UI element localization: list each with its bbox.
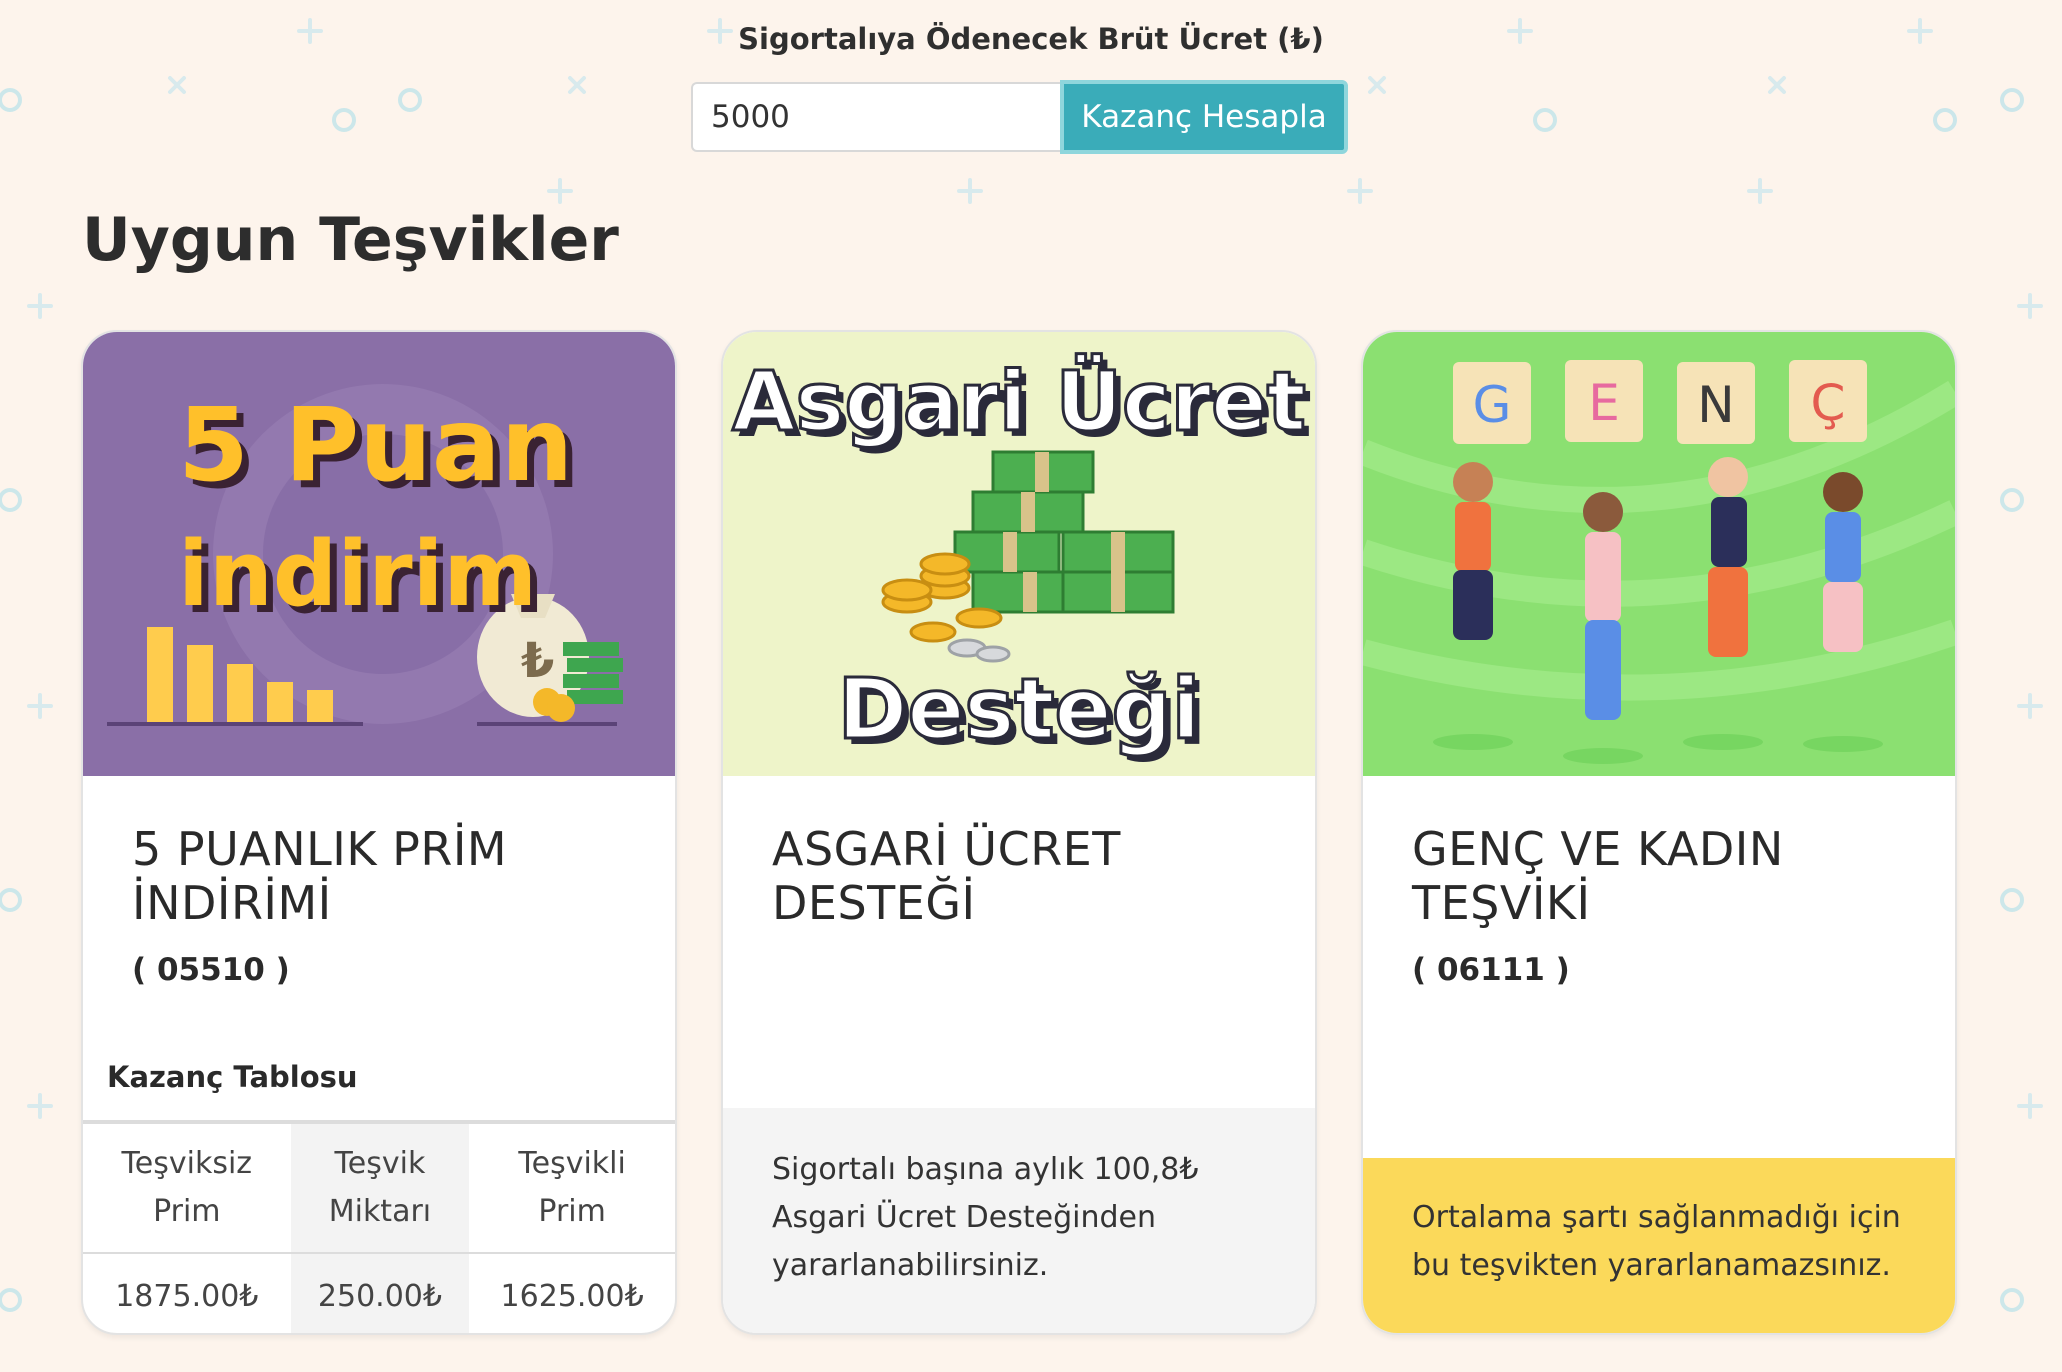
salary-input[interactable]: [691, 82, 1060, 152]
warning-note: Ortalama şartı sağlanmadığı için bu teşv…: [1363, 1158, 1955, 1333]
card-image-youth: G E N Ç: [1363, 332, 1955, 776]
card-title-line2: İNDİRİMİ: [132, 876, 332, 930]
card-image-heading-line1-front: Asgari Ücret: [732, 354, 1306, 450]
gain-table-caption: Kazanç Tablosu: [107, 1060, 358, 1094]
header-without-incentive: Teşviksiz Prim: [83, 1120, 291, 1254]
card-title-line1: ASGARİ ÜCRET: [772, 822, 1121, 876]
card-title-line1: 5 PUANLIK PRİM: [132, 822, 508, 876]
card-image-5-point: ₺ 5 Puan 5 Puan indirim indirim: [83, 332, 675, 776]
card-image-minimum-wage: Asgari Ücret Asgari Ücret Desteği Desteğ…: [723, 332, 1315, 776]
card-image-heading-line1-front: 5 Puan: [178, 386, 573, 505]
puzzle-letter-c: Ç: [1811, 374, 1846, 432]
table-row: 1875.00₺ 250.00₺ 1625.00₺: [83, 1253, 675, 1333]
puzzle-letter-e: E: [1588, 374, 1620, 432]
gain-table: Teşviksiz Prim Teşvik Miktarı Teşvikli Prim…: [83, 1120, 675, 1333]
puzzle-letter-n: N: [1697, 376, 1734, 434]
card-image-heading-line2-front: Desteği: [838, 660, 1201, 758]
value-with-incentive: 1625.00₺: [500, 1278, 644, 1314]
value-without-incentive: 1875.00₺: [115, 1278, 259, 1314]
card-title-line2: DESTEĞİ: [772, 876, 976, 930]
header-with-incentive: Teşvikli Prim: [469, 1120, 675, 1254]
incentive-card-minimum-wage: Asgari Ücret Asgari Ücret Desteği Desteğ…: [721, 330, 1317, 1335]
salary-label: Sigortalıya Ödenecek Brüt Ücret (₺): [738, 22, 1324, 56]
incentive-card-youth-women: G E N Ç GENÇ VE KADIN TEŞVİKİ (06111) …: [1361, 330, 1957, 1335]
value-incentive-amount: 250.00₺: [290, 1253, 470, 1333]
card-title-line1: GENÇ VE KADIN: [1412, 822, 1784, 876]
svg-text:₺: ₺: [521, 633, 554, 689]
card-title: GENÇ VE KADIN TEŞVİKİ: [1412, 822, 1912, 930]
incentive-card-5-point: ₺ 5 Puan 5 Puan indirim indirim 5 PUANLI…: [81, 330, 677, 1335]
incentive-code: ( 05510 ): [132, 952, 290, 988]
card-title: ASGARİ ÜCRET DESTEĞİ: [772, 822, 1272, 930]
calculate-button[interactable]: Kazanç Hesapla: [1060, 80, 1348, 154]
card-image-heading-line2-front: indirim: [178, 522, 537, 627]
puzzle-letter-g: G: [1473, 376, 1512, 434]
incentive-code: ( 06111 ): [1412, 952, 1570, 988]
section-title: Uygun Teşvikler: [82, 205, 619, 275]
card-title: 5 PUANLIK PRİM İNDİRİMİ: [132, 822, 632, 930]
card-title-line2: TEŞVİKİ: [1412, 876, 1591, 930]
info-note: Sigortalı başına aylık 100,8₺ Asgari Ücr…: [723, 1108, 1315, 1333]
header-incentive-amount: Teşvik Miktarı: [290, 1120, 470, 1254]
